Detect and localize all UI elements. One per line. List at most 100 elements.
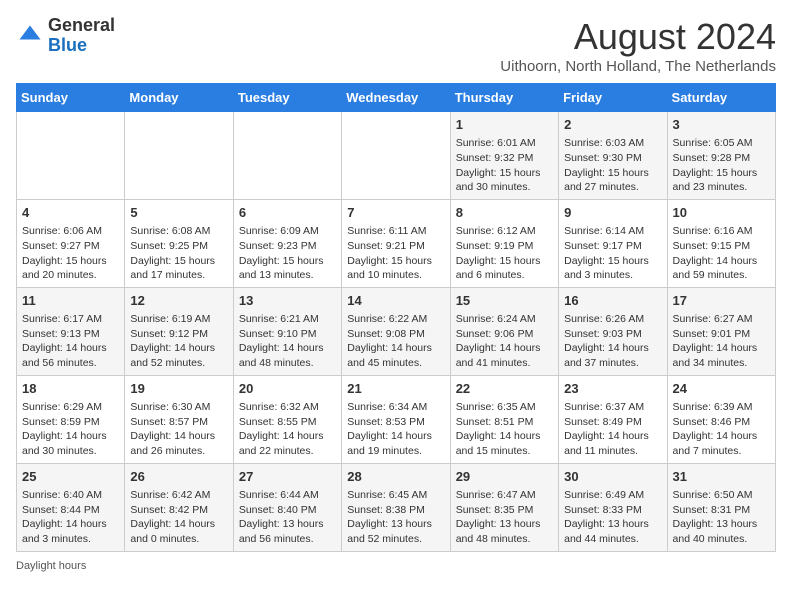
header-saturday: Saturday [667, 84, 775, 112]
calendar-week-4: 18Sunrise: 6:29 AMSunset: 8:59 PMDayligh… [17, 375, 776, 463]
daylight-footer: Daylight hours [16, 560, 776, 572]
day-number: 29 [456, 468, 553, 486]
day-number: 14 [347, 292, 444, 310]
day-number: 21 [347, 380, 444, 398]
sunset-text: Sunset: 8:59 PM [22, 415, 119, 430]
day-number: 23 [564, 380, 661, 398]
daylight-text: Daylight: 14 hours and 7 minutes. [673, 429, 770, 458]
sunset-text: Sunset: 8:44 PM [22, 503, 119, 518]
sunset-text: Sunset: 8:57 PM [130, 415, 227, 430]
calendar-cell: 21Sunrise: 6:34 AMSunset: 8:53 PMDayligh… [342, 375, 450, 463]
calendar-cell: 20Sunrise: 6:32 AMSunset: 8:55 PMDayligh… [233, 375, 341, 463]
day-number: 18 [22, 380, 119, 398]
sunrise-text: Sunrise: 6:49 AM [564, 488, 661, 503]
daylight-text: Daylight: 14 hours and 30 minutes. [22, 429, 119, 458]
calendar-cell: 2Sunrise: 6:03 AMSunset: 9:30 PMDaylight… [559, 112, 667, 200]
sunset-text: Sunset: 8:38 PM [347, 503, 444, 518]
calendar-cell: 17Sunrise: 6:27 AMSunset: 9:01 PMDayligh… [667, 287, 775, 375]
calendar-cell: 9Sunrise: 6:14 AMSunset: 9:17 PMDaylight… [559, 199, 667, 287]
sunrise-text: Sunrise: 6:32 AM [239, 400, 336, 415]
sunset-text: Sunset: 8:53 PM [347, 415, 444, 430]
sunrise-text: Sunrise: 6:44 AM [239, 488, 336, 503]
calendar-cell: 16Sunrise: 6:26 AMSunset: 9:03 PMDayligh… [559, 287, 667, 375]
daylight-text: Daylight: 15 hours and 10 minutes. [347, 254, 444, 283]
daylight-text: Daylight: 13 hours and 44 minutes. [564, 517, 661, 546]
calendar-body: 1Sunrise: 6:01 AMSunset: 9:32 PMDaylight… [17, 112, 776, 552]
day-number: 7 [347, 204, 444, 222]
calendar-cell: 30 Sunrise: 6:49 AMSunset: 8:33 PMDayligh… [559, 463, 667, 551]
day-number: 25 [22, 468, 119, 486]
day-number: 13 [239, 292, 336, 310]
calendar-subtitle: Uithoorn, North Holland, The Netherlands [500, 58, 776, 75]
sunset-text: Sunset: 9:12 PM [130, 327, 227, 342]
sunset-text: Sunset: 8:33 PM [564, 503, 661, 518]
daylight-text: Daylight: 13 hours and 52 minutes. [347, 517, 444, 546]
sunrise-text: Sunrise: 6:17 AM [22, 312, 119, 327]
header: General Blue August 2024 Uithoorn, North… [16, 16, 776, 75]
calendar-cell: 19Sunrise: 6:30 AMSunset: 8:57 PMDayligh… [125, 375, 233, 463]
calendar-cell: 12Sunrise: 6:19 AMSunset: 9:12 PMDayligh… [125, 287, 233, 375]
day-number: 12 [130, 292, 227, 310]
sunrise-text: Sunrise: 6:35 AM [456, 400, 553, 415]
sunrise-text: Sunrise: 6:19 AM [130, 312, 227, 327]
daylight-text: Daylight: 14 hours and 45 minutes. [347, 341, 444, 370]
day-number: 6 [239, 204, 336, 222]
header-wednesday: Wednesday [342, 84, 450, 112]
day-number: 30 [564, 468, 661, 486]
logo-text: General Blue [48, 16, 115, 56]
daylight-text: Daylight: 15 hours and 30 minutes. [456, 166, 553, 195]
calendar-cell: 15Sunrise: 6:24 AMSunset: 9:06 PMDayligh… [450, 287, 558, 375]
header-sunday: Sunday [17, 84, 125, 112]
sunrise-text: Sunrise: 6:34 AM [347, 400, 444, 415]
day-number: 11 [22, 292, 119, 310]
sunset-text: Sunset: 9:32 PM [456, 151, 553, 166]
sunset-text: Sunset: 8:31 PM [673, 503, 770, 518]
sunrise-text: Sunrise: 6:42 AM [130, 488, 227, 503]
sunset-text: Sunset: 9:01 PM [673, 327, 770, 342]
sunrise-text: Sunrise: 6:11 AM [347, 224, 444, 239]
day-number: 2 [564, 116, 661, 134]
calendar-cell: 4Sunrise: 6:06 AMSunset: 9:27 PMDaylight… [17, 199, 125, 287]
day-number: 16 [564, 292, 661, 310]
calendar-header: Sunday Monday Tuesday Wednesday Thursday… [17, 84, 776, 112]
daylight-text: Daylight: 13 hours and 40 minutes. [673, 517, 770, 546]
calendar-cell: 31Sunrise: 6:50 AMSunset: 8:31 PMDayligh… [667, 463, 775, 551]
sunset-text: Sunset: 9:19 PM [456, 239, 553, 254]
day-number: 8 [456, 204, 553, 222]
calendar-week-5: 25 Sunrise: 6:40 AMSunset: 8:44 PM Dayligh… [17, 463, 776, 551]
sunrise-text: Sunrise: 6:26 AM [564, 312, 661, 327]
sunrise-text: Sunrise: 6:47 AM [456, 488, 553, 503]
calendar-cell: 28 Sunrise: 6:45 AMSunset: 8:38 PMDayligh… [342, 463, 450, 551]
header-friday: Friday [559, 84, 667, 112]
calendar-week-3: 11Sunrise: 6:17 AMSunset: 9:13 PMDayligh… [17, 287, 776, 375]
day-number: 5 [130, 204, 227, 222]
daylight-text: Daylight: 14 hours and 56 minutes. [22, 341, 119, 370]
sunrise-text: Sunrise: 6:29 AM [22, 400, 119, 415]
sunrise-text: Sunrise: 6:16 AM [673, 224, 770, 239]
daylight-text: Daylight: 14 hours and 59 minutes. [673, 254, 770, 283]
calendar-cell [125, 112, 233, 200]
calendar-cell [17, 112, 125, 200]
sunrise-text: Sunrise: 6:05 AM [673, 136, 770, 151]
calendar-cell: 22Sunrise: 6:35 AMSunset: 8:51 PMDayligh… [450, 375, 558, 463]
sunset-text: Sunset: 9:28 PM [673, 151, 770, 166]
day-number: 4 [22, 204, 119, 222]
sunrise-text: Sunrise: 6:45 AM [347, 488, 444, 503]
header-row: Sunday Monday Tuesday Wednesday Thursday… [17, 84, 776, 112]
sunrise-text: Sunrise: 6:27 AM [673, 312, 770, 327]
sunrise-text: Sunrise: 6:40 AM [22, 488, 119, 503]
daylight-text: Daylight: 15 hours and 13 minutes. [239, 254, 336, 283]
day-number: 28 [347, 468, 444, 486]
calendar-week-2: 4Sunrise: 6:06 AMSunset: 9:27 PMDaylight… [17, 199, 776, 287]
sunset-text: Sunset: 9:17 PM [564, 239, 661, 254]
calendar-cell: 27Sunrise: 6:44 AMSunset: 8:40 PMDayligh… [233, 463, 341, 551]
daylight-text: Daylight: 15 hours and 23 minutes. [673, 166, 770, 195]
sunrise-text: Sunrise: 6:24 AM [456, 312, 553, 327]
calendar-cell: 13Sunrise: 6:21 AMSunset: 9:10 PMDayligh… [233, 287, 341, 375]
calendar-title: August 2024 [500, 16, 776, 58]
sunrise-text: Sunrise: 6:09 AM [239, 224, 336, 239]
daylight-text: Daylight: 15 hours and 3 minutes. [564, 254, 661, 283]
sunrise-text: Sunrise: 6:08 AM [130, 224, 227, 239]
sunset-text: Sunset: 8:35 PM [456, 503, 553, 518]
calendar-cell: 24Sunrise: 6:39 AMSunset: 8:46 PMDayligh… [667, 375, 775, 463]
